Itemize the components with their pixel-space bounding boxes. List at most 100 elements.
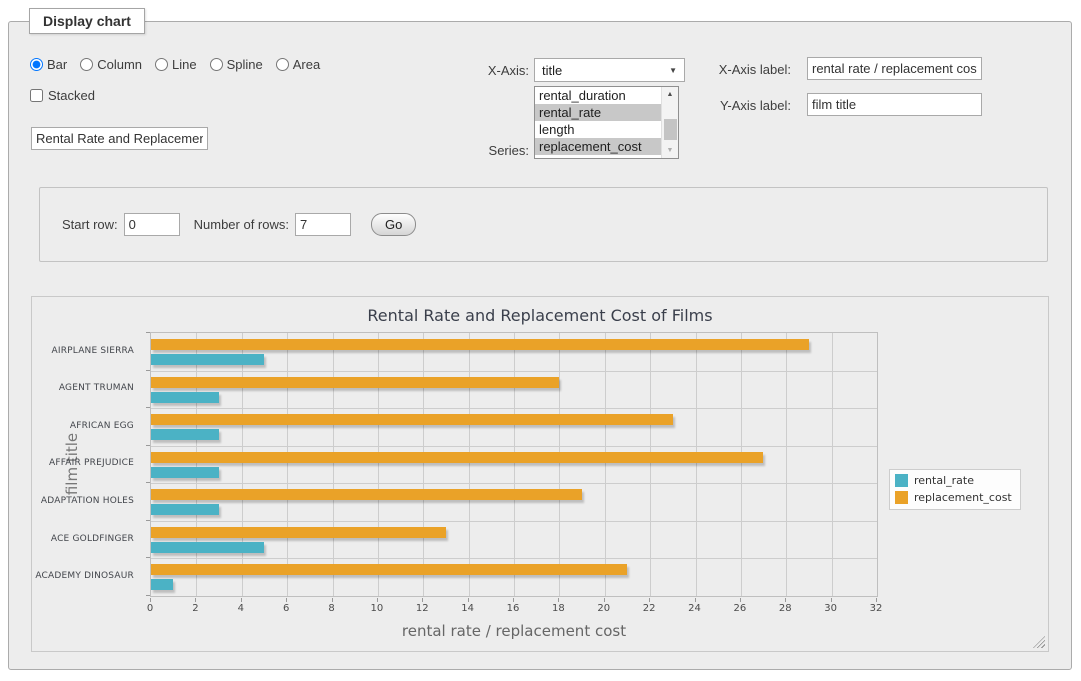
series-option-replacement_cost[interactable]: replacement_cost bbox=[535, 138, 661, 155]
bar-rental_rate bbox=[151, 354, 264, 365]
category-label: AGENT TRUMAN bbox=[32, 370, 134, 408]
bar-rental_rate bbox=[151, 542, 264, 553]
page: Display chart Bar Column Line Spline Area St… bbox=[0, 0, 1081, 681]
stacked-label: Stacked bbox=[48, 88, 95, 103]
resize-handle-icon[interactable] bbox=[1033, 636, 1045, 648]
legend-item-rental_rate: rental_rate bbox=[895, 474, 1012, 487]
category-label: AFRICAN EGG bbox=[32, 407, 134, 445]
go-button[interactable]: Go bbox=[371, 213, 416, 236]
x-tick-label: 26 bbox=[720, 603, 760, 614]
chart-title: Rental Rate and Replacement Cost of Film… bbox=[32, 306, 1048, 325]
gridline-vertical bbox=[741, 333, 742, 596]
legend-item-replacement_cost: replacement_cost bbox=[895, 491, 1012, 504]
x-tick-mark bbox=[332, 598, 333, 602]
chart-type-option-area[interactable]: Area bbox=[276, 57, 320, 72]
stacked-option[interactable]: Stacked bbox=[30, 88, 95, 103]
bar-replacement_cost bbox=[151, 414, 673, 425]
chart-type-radio-label: Line bbox=[172, 57, 197, 72]
chart-title-input[interactable] bbox=[31, 127, 208, 150]
bar-rental_rate bbox=[151, 579, 173, 590]
scrollbar-thumb[interactable] bbox=[664, 119, 677, 140]
x-tick-mark bbox=[740, 598, 741, 602]
bar-replacement_cost bbox=[151, 489, 582, 500]
legend-label: replacement_cost bbox=[914, 491, 1012, 504]
y-tick-mark bbox=[146, 595, 150, 596]
stacked-checkbox[interactable] bbox=[30, 89, 43, 102]
x-tick-label: 20 bbox=[584, 603, 624, 614]
y-axis-label-input[interactable] bbox=[807, 93, 982, 116]
series-options: rental_durationrental_ratelengthreplacem… bbox=[535, 87, 661, 158]
x-tick-label: 24 bbox=[675, 603, 715, 614]
display-chart-panel: Display chart BarColumnLineSplineArea St… bbox=[8, 21, 1072, 670]
y-tick-mark bbox=[146, 482, 150, 483]
num-rows-input[interactable] bbox=[295, 213, 351, 236]
x-tick-label: 14 bbox=[448, 603, 488, 614]
x-tick-mark bbox=[286, 598, 287, 602]
x-tick-mark bbox=[422, 598, 423, 602]
gridline-horizontal bbox=[151, 558, 877, 559]
chart-category-labels: AIRPLANE SIERRAAGENT TRUMANAFRICAN EGGAF… bbox=[32, 332, 142, 597]
x-tick-label: 8 bbox=[312, 603, 352, 614]
plot-area bbox=[150, 332, 878, 597]
x-tick-mark bbox=[831, 598, 832, 602]
bar-rental_rate bbox=[151, 467, 219, 478]
gridline-vertical bbox=[514, 333, 515, 596]
y-axis-label-field-label: Y-Axis label: bbox=[671, 98, 791, 113]
chart-type-option-line[interactable]: Line bbox=[155, 57, 197, 72]
gridline-horizontal bbox=[151, 408, 877, 409]
start-row-input[interactable] bbox=[124, 213, 180, 236]
gridline-vertical bbox=[378, 333, 379, 596]
chart-container: Rental Rate and Replacement Cost of Film… bbox=[31, 296, 1049, 652]
x-tick-mark bbox=[195, 598, 196, 602]
x-axis-select[interactable]: title ▼ bbox=[534, 58, 685, 82]
panel-legend: Display chart bbox=[29, 8, 145, 34]
chart-type-radio-column[interactable] bbox=[80, 58, 93, 71]
series-option-rental_rate[interactable]: rental_rate bbox=[535, 104, 661, 121]
series-listbox[interactable]: rental_durationrental_ratelengthreplacem… bbox=[534, 86, 679, 159]
series-option-rental_duration[interactable]: rental_duration bbox=[535, 87, 661, 104]
gridline-vertical bbox=[242, 333, 243, 596]
y-tick-mark bbox=[146, 332, 150, 333]
x-axis-label-field-label: X-Axis label: bbox=[671, 62, 791, 77]
x-tick-label: 32 bbox=[856, 603, 896, 614]
x-tick-label: 28 bbox=[765, 603, 805, 614]
x-tick-label: 4 bbox=[221, 603, 261, 614]
category-label: ADAPTATION HOLES bbox=[32, 482, 134, 520]
gridline-vertical bbox=[333, 333, 334, 596]
gridline-vertical bbox=[469, 333, 470, 596]
chart-type-radio-line[interactable] bbox=[155, 58, 168, 71]
x-tick-mark bbox=[468, 598, 469, 602]
bar-rental_rate bbox=[151, 504, 219, 515]
gridline-vertical bbox=[196, 333, 197, 596]
x-tick-label: 30 bbox=[811, 603, 851, 614]
chart-type-radio-area[interactable] bbox=[276, 58, 289, 71]
x-axis-label-input[interactable] bbox=[807, 57, 982, 80]
chart-legend: rental_rate replacement_cost bbox=[889, 469, 1021, 510]
chart-type-option-column[interactable]: Column bbox=[80, 57, 142, 72]
bar-replacement_cost bbox=[151, 527, 446, 538]
bar-replacement_cost bbox=[151, 339, 809, 350]
scroll-down-icon[interactable]: ▼ bbox=[662, 143, 678, 158]
x-tick-label: 2 bbox=[175, 603, 215, 614]
bar-rental_rate bbox=[151, 429, 219, 440]
chart-type-option-bar[interactable]: Bar bbox=[30, 57, 67, 72]
gridline-horizontal bbox=[151, 521, 877, 522]
row-range-box: Start row: Number of rows: Go bbox=[39, 187, 1048, 262]
y-tick-mark bbox=[146, 557, 150, 558]
x-tick-label: 10 bbox=[357, 603, 397, 614]
series-label: Series: bbox=[409, 143, 529, 158]
y-tick-mark bbox=[146, 520, 150, 521]
x-axis-select-label: X-Axis: bbox=[409, 63, 529, 78]
bar-replacement_cost bbox=[151, 377, 559, 388]
chart-type-radio-label: Spline bbox=[227, 57, 263, 72]
chart-type-radio-bar[interactable] bbox=[30, 58, 43, 71]
bar-rental_rate bbox=[151, 392, 219, 403]
gridline-vertical bbox=[696, 333, 697, 596]
chart-type-option-spline[interactable]: Spline bbox=[210, 57, 263, 72]
chart-type-radio-spline[interactable] bbox=[210, 58, 223, 71]
x-tick-label: 22 bbox=[629, 603, 669, 614]
gridline-vertical bbox=[786, 333, 787, 596]
gridline-vertical bbox=[832, 333, 833, 596]
x-tick-mark bbox=[649, 598, 650, 602]
series-option-length[interactable]: length bbox=[535, 121, 661, 138]
